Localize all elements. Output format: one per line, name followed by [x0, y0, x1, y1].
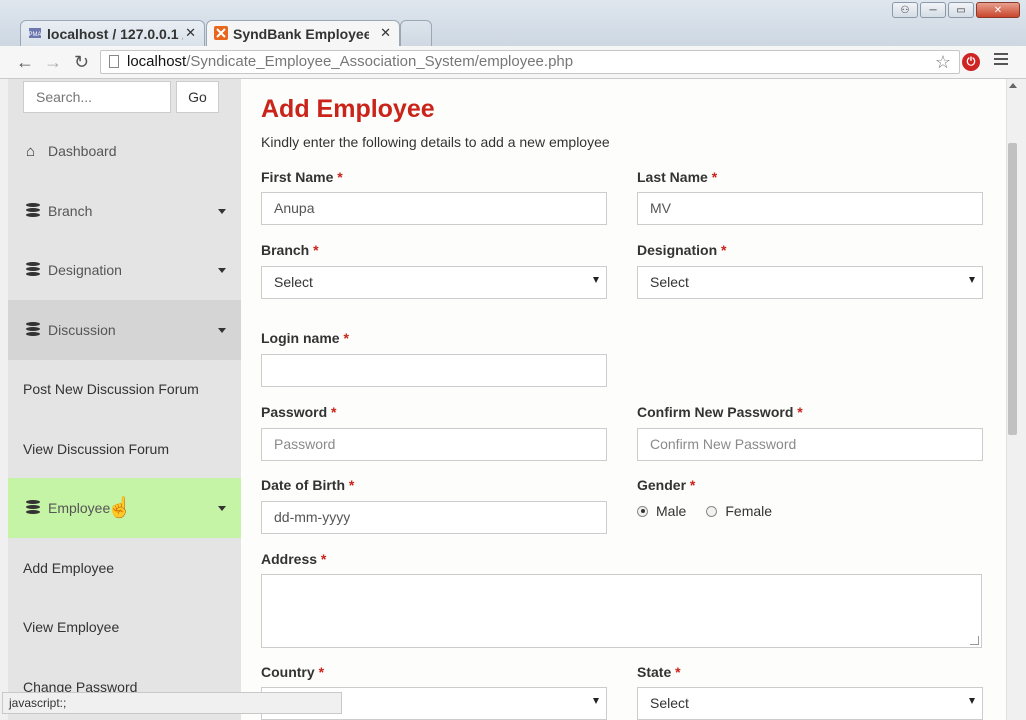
- sidebar-item-label: Designation: [48, 261, 122, 278]
- sidebar-item-view-employee[interactable]: View Employee: [8, 597, 241, 657]
- first-name-field[interactable]: Anupa: [261, 192, 607, 225]
- url-path: /Syndicate_Employee_Association_System/e…: [186, 53, 574, 70]
- first-name-label: First Name *: [261, 169, 343, 185]
- tab-label: SyndBank Employee Asso: [233, 26, 369, 42]
- tab-label: localhost / 127.0.0.1 / emp: [47, 26, 183, 42]
- reload-icon[interactable]: ↻: [74, 52, 89, 72]
- dob-label: Date of Birth *: [261, 477, 355, 493]
- home-icon: ⌂: [26, 142, 36, 160]
- sidebar-item-label: Dashboard: [48, 142, 117, 159]
- database-icon: [26, 261, 42, 278]
- database-icon: [26, 321, 42, 338]
- page-title: Add Employee: [261, 95, 435, 123]
- page-subtitle: Kindly enter the following details to ad…: [261, 134, 610, 150]
- tab-syndbank[interactable]: SyndBank Employee Asso ✕: [206, 20, 400, 46]
- dropdown-arrow-icon: [593, 277, 599, 283]
- tab-close-icon[interactable]: ✕: [185, 25, 196, 41]
- search-go-button[interactable]: Go: [176, 81, 219, 113]
- caret-down-icon: [218, 506, 226, 511]
- confirm-password-field[interactable]: Confirm New Password: [637, 428, 983, 461]
- tab-close-icon[interactable]: ✕: [380, 25, 391, 41]
- dropdown-arrow-icon: [593, 698, 599, 704]
- new-tab-button[interactable]: [400, 20, 432, 46]
- dropdown-arrow-icon: [969, 277, 975, 283]
- dropdown-arrow-icon: [969, 698, 975, 704]
- resize-grip-icon[interactable]: [970, 636, 979, 645]
- gender-label: Gender *: [637, 477, 696, 493]
- gender-female-label: Female: [725, 503, 773, 519]
- sidebar-item-label: Discussion: [48, 321, 116, 338]
- state-label: State *: [637, 664, 681, 680]
- last-name-field[interactable]: MV: [637, 192, 983, 225]
- gender-radio-group: Male Female: [637, 503, 772, 519]
- caret-down-icon: [218, 209, 226, 214]
- minimize-icon[interactable]: ─: [920, 2, 946, 18]
- menu-icon[interactable]: [994, 53, 1008, 68]
- xampp-icon: [214, 26, 228, 40]
- sidebar: Go ⌂ Dashboard Branch Designation Discus…: [8, 79, 241, 720]
- hand-cursor-icon: ☝: [107, 497, 132, 519]
- password-label: Password *: [261, 404, 337, 420]
- gender-male-label: Male: [656, 503, 687, 519]
- sidebar-item-label: View Discussion Forum: [23, 440, 170, 457]
- bookmark-star-icon[interactable]: ☆: [935, 51, 951, 73]
- sidebar-search-input[interactable]: [23, 81, 171, 113]
- browser-status-bar: javascript:;: [2, 692, 342, 714]
- page-icon: [109, 55, 119, 68]
- caret-down-icon: [218, 268, 226, 273]
- branch-label: Branch *: [261, 242, 319, 258]
- scrollbar-thumb[interactable]: [1008, 143, 1017, 435]
- caret-down-icon: [218, 328, 226, 333]
- address-textarea[interactable]: [261, 574, 982, 648]
- browser-toolbar: ← → ↻ localhost/Syndicate_Employee_Assoc…: [0, 46, 1026, 79]
- maximize-icon[interactable]: ▭: [948, 2, 974, 18]
- sidebar-item-add-employee[interactable]: Add Employee: [8, 538, 241, 598]
- designation-select[interactable]: Select: [637, 266, 983, 299]
- forward-icon[interactable]: →: [44, 52, 62, 72]
- tab-phpmyadmin[interactable]: PMA localhost / 127.0.0.1 / emp ✕: [20, 20, 205, 46]
- state-select[interactable]: Select: [637, 687, 983, 720]
- gender-male-radio[interactable]: [637, 505, 648, 517]
- country-label: Country *: [261, 664, 325, 680]
- window-controls: ⚇ ─ ▭ ✕: [892, 2, 1020, 18]
- sidebar-item-label: Employee: [48, 499, 111, 516]
- sidebar-item-view-discussion[interactable]: View Discussion Forum: [8, 419, 241, 479]
- login-name-label: Login name *: [261, 330, 349, 346]
- main-content: Add Employee Kindly enter the following …: [241, 79, 1006, 720]
- designation-label: Designation *: [637, 242, 727, 258]
- scroll-up-icon[interactable]: [1009, 83, 1017, 88]
- sidebar-item-post-discussion[interactable]: Post New Discussion Forum: [8, 359, 241, 419]
- sidebar-item-label: Add Employee: [23, 559, 115, 576]
- sidebar-item-label: Post New Discussion Forum: [23, 380, 199, 397]
- browser-titlebar: PMA localhost / 127.0.0.1 / emp ✕ SyndBa…: [0, 0, 1026, 46]
- confirm-password-label: Confirm New Password *: [637, 404, 803, 420]
- user-icon[interactable]: ⚇: [892, 2, 918, 18]
- address-label: Address *: [261, 551, 327, 567]
- extension-icon[interactable]: ⏻: [962, 53, 980, 71]
- gender-female-radio[interactable]: [706, 505, 718, 517]
- password-field[interactable]: Password: [261, 428, 607, 461]
- database-icon: [26, 202, 42, 219]
- url-host: localhost: [127, 53, 187, 70]
- page-viewport: Go ⌂ Dashboard Branch Designation Discus…: [8, 79, 1018, 720]
- vertical-scrollbar[interactable]: [1006, 79, 1018, 720]
- sidebar-item-label: Branch: [48, 202, 93, 219]
- database-icon: [26, 499, 42, 516]
- back-icon[interactable]: ←: [16, 52, 34, 72]
- sidebar-item-label: View Employee: [23, 618, 120, 635]
- sidebar-item-branch[interactable]: Branch: [8, 181, 241, 241]
- svg-text:PMA: PMA: [28, 32, 41, 38]
- sidebar-item-dashboard[interactable]: ⌂ Dashboard: [8, 121, 241, 181]
- login-name-field[interactable]: [261, 354, 607, 387]
- phpmyadmin-icon: PMA: [28, 28, 42, 38]
- sidebar-item-designation[interactable]: Designation: [8, 240, 241, 300]
- dob-field[interactable]: dd-mm-yyyy: [261, 501, 607, 534]
- branch-select[interactable]: Select: [261, 266, 607, 299]
- address-bar[interactable]: localhost/Syndicate_Employee_Association…: [100, 50, 960, 74]
- sidebar-item-discussion[interactable]: Discussion: [8, 300, 241, 360]
- window-close-icon[interactable]: ✕: [976, 2, 1020, 18]
- last-name-label: Last Name *: [637, 169, 718, 185]
